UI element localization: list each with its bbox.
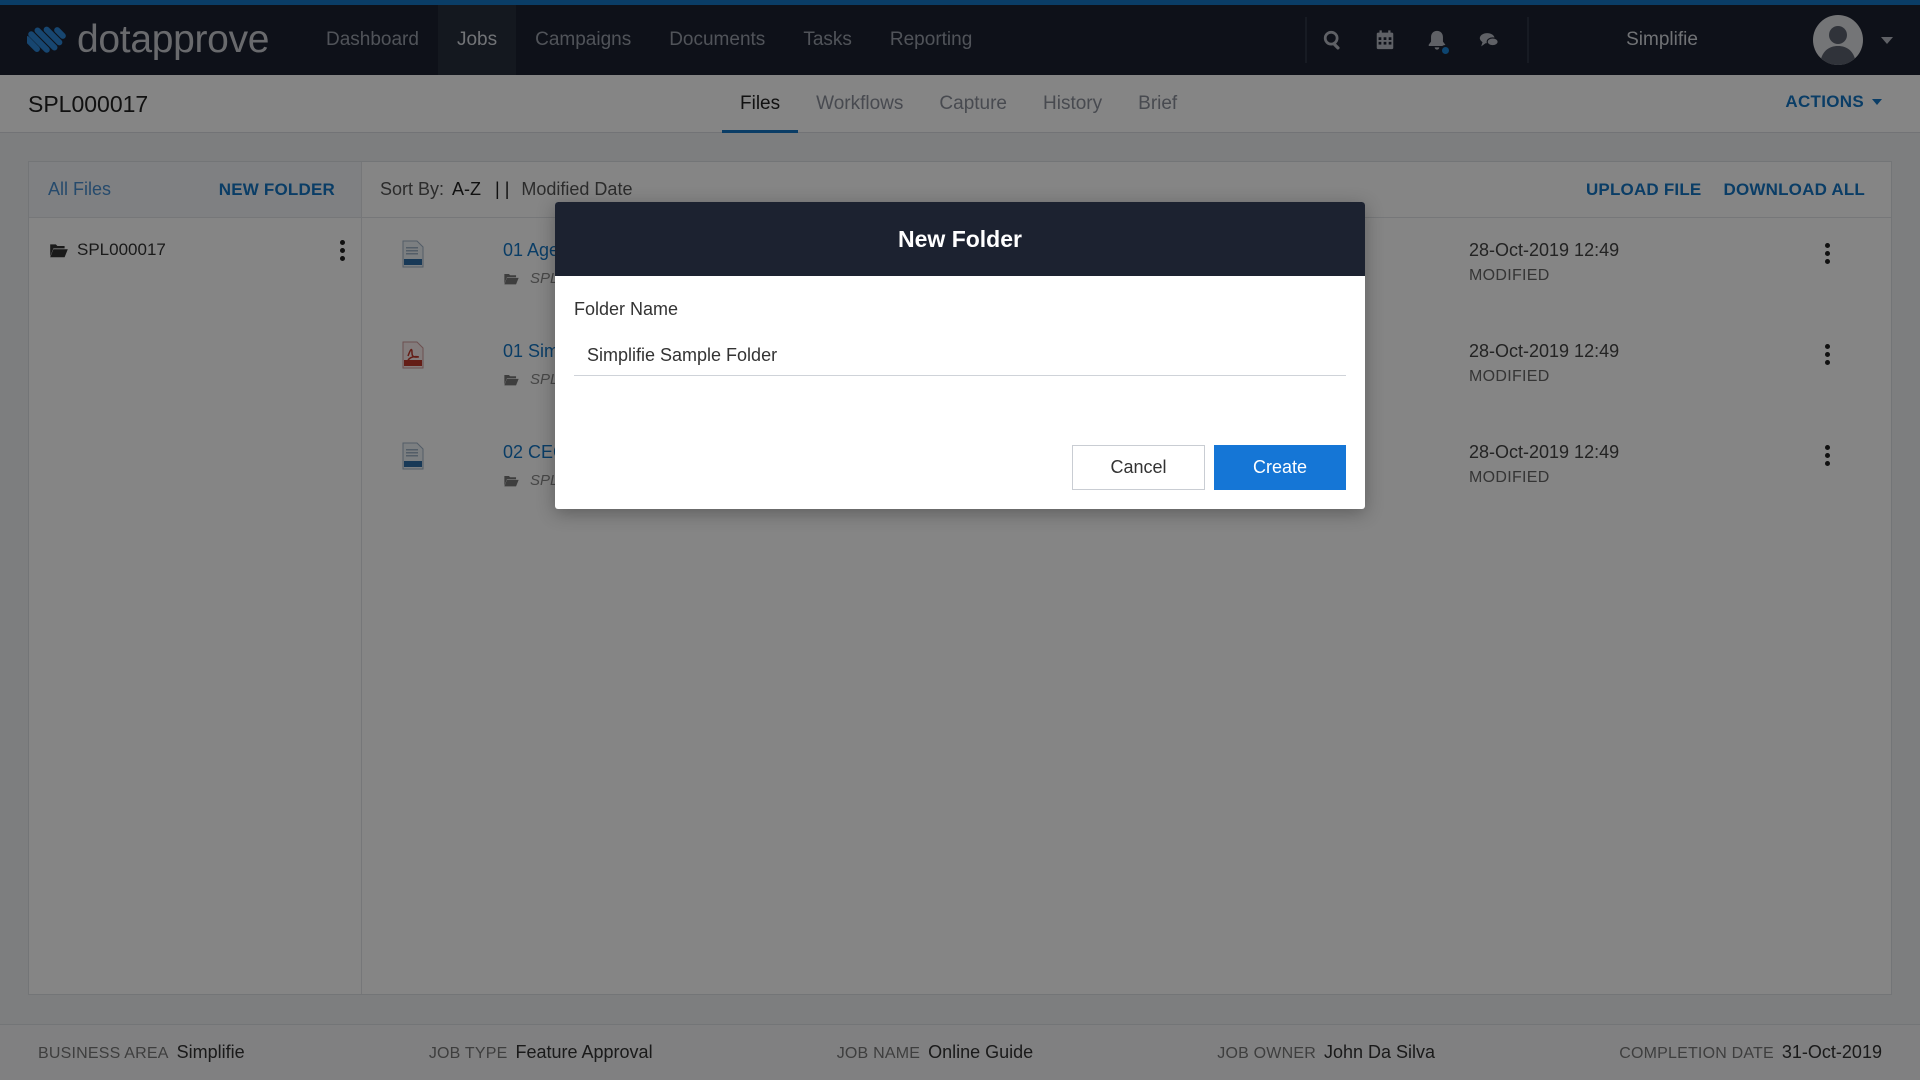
modal-backdrop[interactable] (0, 0, 1920, 1080)
create-button[interactable]: Create (1214, 445, 1346, 490)
new-folder-dialog: New Folder Folder Name Cancel Create (555, 202, 1365, 509)
dialog-body: Folder Name Cancel Create (555, 276, 1365, 509)
dialog-title: New Folder (898, 225, 1022, 252)
folder-name-label: Folder Name (574, 299, 679, 319)
cancel-button[interactable]: Cancel (1072, 445, 1205, 490)
folder-name-input[interactable] (574, 336, 1346, 376)
dialog-header: New Folder (555, 202, 1365, 276)
